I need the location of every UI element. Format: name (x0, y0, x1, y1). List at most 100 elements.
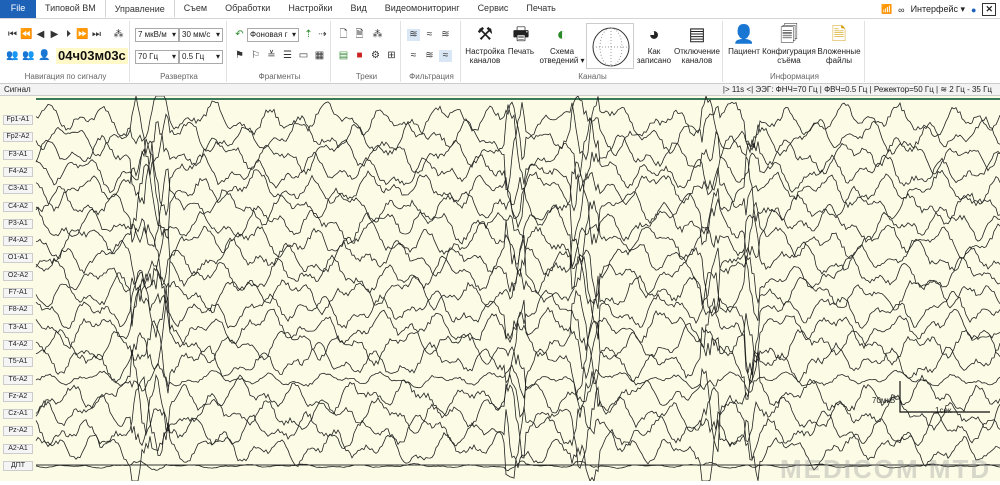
speed-select[interactable]: 30 мм/с (179, 28, 223, 42)
channel-label[interactable]: F7-A1 (3, 288, 33, 298)
add-fragment-icon[interactable]: ⇡ (302, 29, 315, 41)
head-map[interactable] (586, 23, 634, 69)
group-label: Каналы (578, 72, 607, 81)
channel-label[interactable]: Cz-A1 (3, 409, 33, 420)
lowpass-select[interactable]: 70 Гц (135, 50, 179, 64)
channel-label[interactable]: C3-A1 (3, 184, 33, 195)
next-fragment-icon[interactable]: ⇢ (316, 29, 329, 41)
channel-label[interactable]: T3-A1 (3, 322, 33, 333)
eeg-traces (35, 96, 1000, 481)
fragments-group: ↶ Фоновая г ⇡ ⇢ ⚑ ⚐ ≚ ☰ ▭ ▦ Фрагменты (229, 21, 331, 82)
channel-label[interactable]: Fp2-A2 (3, 132, 33, 143)
patient-button[interactable]: 👤 Пациент (727, 23, 761, 56)
marker-icon[interactable]: ⚑ (233, 50, 246, 62)
tab-6[interactable]: Вид (341, 0, 375, 18)
tab-8[interactable]: Сервис (469, 0, 518, 18)
channel-label[interactable]: C4-A2 (3, 201, 33, 212)
channel-label[interactable]: T6-A2 (3, 374, 33, 385)
signal-title: Сигнал (4, 85, 31, 94)
antenna-icon[interactable]: 📶 (881, 4, 892, 15)
help-icon[interactable]: ● (971, 5, 976, 15)
channel-label[interactable]: F4-A2 (3, 166, 33, 177)
doc-export-icon[interactable]: 🗎 (353, 29, 366, 41)
doc-icon[interactable]: 🗋 (337, 29, 350, 41)
eeg-trace (35, 96, 1000, 161)
attachment-icon: 🗎 (831, 24, 847, 44)
interface-menu[interactable]: Интерфейс ▾ (911, 4, 965, 15)
first-icon[interactable]: ⏮ (6, 29, 19, 41)
fast-forward-icon[interactable]: ⏩ (76, 29, 89, 41)
people-icon[interactable]: 👥 (22, 50, 35, 62)
fast-back-icon[interactable]: ⏪ (20, 29, 33, 41)
settings-icon[interactable]: ⁂ (112, 29, 125, 41)
ribbon: ⏮ ⏪ ◀ ▶ ⏵ ⏩ ⏭ ⁂ 👥 👥 👤 04ч03м03с Навигаци… (0, 19, 1000, 84)
time-display: 04ч03м03с (56, 48, 128, 64)
fragment-select[interactable]: Фоновая г (247, 28, 299, 42)
tab-0[interactable]: File (0, 0, 36, 18)
montage-button[interactable]: ◐ Схема отведений ▾ (539, 23, 585, 65)
back-icon[interactable]: ◀ (34, 29, 47, 41)
channel-label[interactable]: T4-A2 (3, 339, 33, 350)
channel-label[interactable]: F8-A2 (3, 305, 33, 316)
range-icon[interactable]: ☰ (281, 50, 294, 62)
filter-icon[interactable]: ≋ (439, 29, 452, 41)
attachments-button[interactable]: 🗎 Вложенные файлы (817, 23, 861, 65)
as-recorded-button[interactable]: ◕ Как записано (636, 23, 672, 65)
sweep-group: 7 мкВ/м 30 мм/с 70 Гц 0.5 Гц Развертка (132, 21, 227, 82)
tab-9[interactable]: Печать (517, 0, 564, 18)
channel-label[interactable]: A2-A1 (3, 443, 33, 454)
channel-label[interactable]: Fp1-A1 (3, 115, 33, 125)
tab-4[interactable]: Обработки (216, 0, 279, 18)
filtering-group: ≋ ≈ ≋ ≈ ≋ ≈ Фильтрация (403, 21, 461, 82)
channel-label[interactable]: O1-A1 (3, 253, 33, 264)
filter-icon[interactable]: ≈ (439, 50, 452, 62)
tracks-group: 🗋 🗎 ⁂ ▤ ■ ⚙ ⊞ Треки (333, 21, 401, 82)
filter-icon[interactable]: ≋ (423, 50, 436, 62)
play-icon[interactable]: ▶ (48, 29, 61, 41)
camera-icon[interactable]: ⚙ (369, 50, 382, 62)
filter-icon[interactable]: ≋ (407, 29, 420, 41)
link-icon[interactable]: ∞ (898, 5, 904, 15)
image-icon[interactable]: ▦ (313, 50, 326, 62)
channel-label[interactable]: T5-A1 (3, 357, 33, 368)
group-icon[interactable]: ⁂ (371, 29, 384, 41)
config-button[interactable]: 🗐 Конфигурация съёма (761, 23, 817, 65)
window-icon[interactable]: ▭ (297, 50, 310, 62)
eeg-signal-area[interactable]: Fp1-A1 Fp2-A2 F3-A1 F4-A2 C3-A1 C4-A2 P3-A1 P4-… (0, 96, 1000, 484)
marker-icon[interactable]: ⚐ (249, 50, 262, 62)
tab-2[interactable]: Управление (104, 0, 175, 18)
filter-icon[interactable]: ≈ (407, 50, 420, 62)
tab-3[interactable]: Съем (175, 0, 216, 18)
group-label: Развертка (160, 72, 198, 81)
channel-label[interactable]: Pz-A2 (3, 426, 33, 437)
highpass-select[interactable]: 0.5 Гц (179, 50, 223, 64)
patient-icon: 👤 (732, 24, 756, 44)
sensitivity-select[interactable]: 7 мкВ/м (135, 28, 179, 42)
channel-label[interactable]: P4-A2 (3, 236, 33, 247)
group-label: Треки (355, 72, 378, 81)
print-button[interactable]: 🖶 Печать (505, 23, 537, 56)
disable-channels-button[interactable]: ▤ Отключение каналов (673, 23, 721, 65)
color-icon[interactable]: ■ (353, 50, 366, 62)
tab-1[interactable]: Типовой ВМ (36, 0, 105, 18)
head-icon (592, 27, 630, 67)
filter-icon[interactable]: ≈ (423, 29, 436, 41)
close-icon[interactable]: ✕ (982, 3, 996, 16)
channel-settings-button[interactable]: ⚒ Настройка каналов (465, 23, 505, 65)
channel-label[interactable]: P3-A1 (3, 218, 33, 229)
channel-label[interactable]: ДПТ (3, 461, 33, 471)
channel-label[interactable]: O2-A2 (3, 270, 33, 281)
step-forward-icon[interactable]: ⏵ (62, 29, 75, 41)
person-icon[interactable]: 👤 (38, 50, 51, 62)
people-icon[interactable]: 👥 (6, 50, 19, 62)
list-icon[interactable]: ▤ (337, 50, 350, 62)
undo-icon[interactable]: ↶ (233, 29, 246, 41)
tab-7[interactable]: Видеомониторинг (376, 0, 469, 18)
last-icon[interactable]: ⏭ (90, 29, 103, 41)
tab-5[interactable]: Настройки (279, 0, 341, 18)
track-add-icon[interactable]: ⊞ (385, 50, 398, 62)
eeg-trace (35, 96, 1000, 191)
channel-label[interactable]: F3-A1 (3, 149, 33, 160)
channel-label[interactable]: Fz-A2 (3, 391, 33, 402)
compare-icon[interactable]: ≚ (265, 50, 278, 62)
